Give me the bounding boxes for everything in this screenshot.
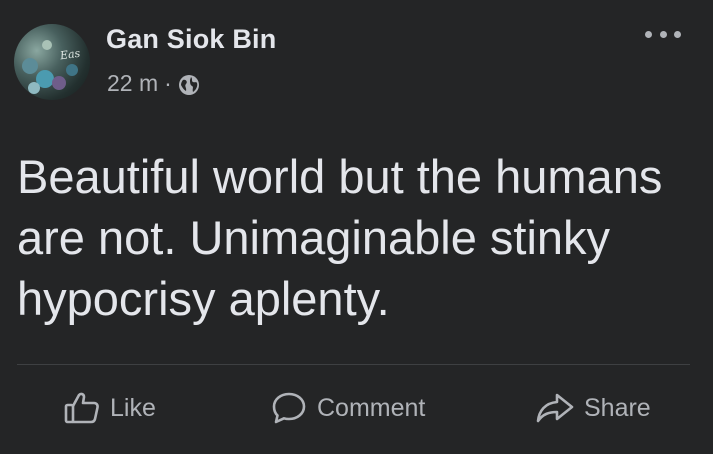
- share-label: Share: [584, 393, 651, 422]
- avatar-decoration: [42, 40, 52, 50]
- meta-separator: ·: [164, 70, 172, 96]
- more-options-button[interactable]: [645, 24, 681, 44]
- like-label: Like: [110, 393, 156, 422]
- author-name[interactable]: Gan Siok Bin: [106, 24, 276, 55]
- divider: [17, 364, 690, 365]
- thumbs-up-icon: [64, 391, 100, 425]
- facebook-post: Eas Gan Siok Bin 22 m · Beautiful world …: [0, 0, 713, 454]
- comment-bubble-icon: [271, 391, 307, 425]
- author-avatar[interactable]: Eas: [14, 24, 90, 100]
- comment-label: Comment: [317, 393, 426, 422]
- avatar-decoration: [52, 76, 66, 90]
- share-button[interactable]: Share: [536, 384, 651, 432]
- like-button[interactable]: Like: [64, 384, 156, 432]
- avatar-decoration: [66, 64, 78, 76]
- share-arrow-icon: [536, 392, 574, 424]
- post-meta: 22 m ·: [107, 70, 200, 97]
- post-timestamp[interactable]: 22 m: [107, 70, 158, 97]
- more-options-dot: [674, 30, 681, 38]
- avatar-decoration: [28, 82, 40, 94]
- avatar-decoration: [22, 58, 38, 74]
- avatar-logo-text: Eas: [59, 46, 82, 63]
- more-options-dot: [659, 30, 667, 38]
- more-options-dot: [645, 30, 652, 38]
- post-actions-bar: Like Comment Share: [0, 376, 713, 440]
- comment-button[interactable]: Comment: [271, 384, 425, 432]
- post-text: Beautiful world but the humans are not. …: [17, 150, 663, 325]
- globe-icon[interactable]: [178, 74, 200, 96]
